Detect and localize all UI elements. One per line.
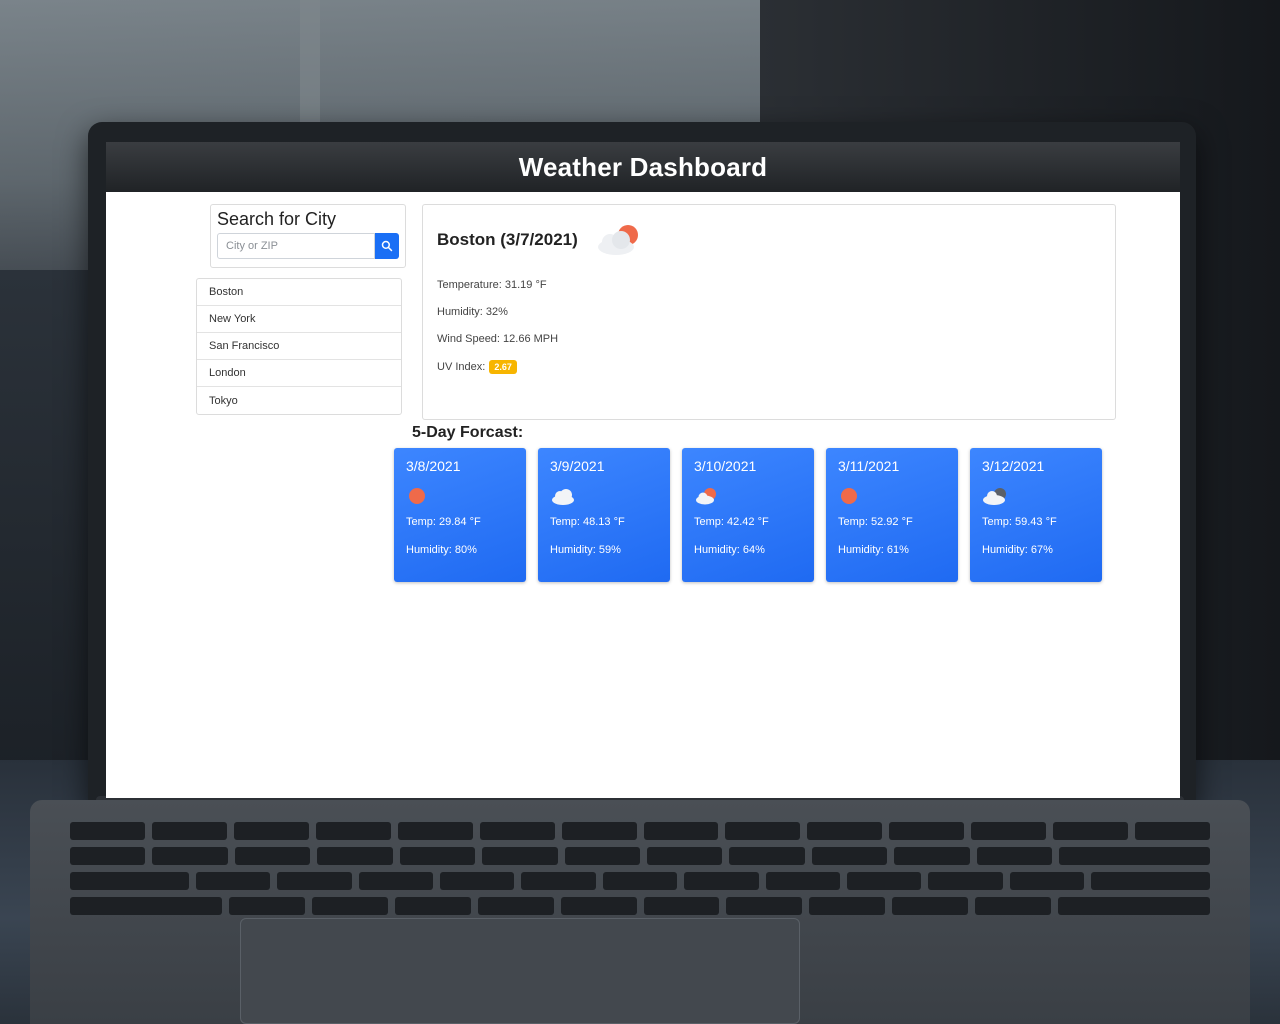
- forecast-date: 3/9/2021: [550, 458, 605, 474]
- forecast-card: 3/8/2021 Temp: 29.84 °F Humidity: 80%: [394, 448, 526, 582]
- forecast-temp: Temp: 48.13 °F: [550, 516, 625, 528]
- forecast-humidity: Humidity: 64%: [694, 544, 765, 556]
- partly-cloudy-icon: [597, 225, 638, 255]
- current-uv-row: UV Index: 2.67: [437, 360, 1101, 374]
- city-history-item[interactable]: Tokyo: [197, 387, 401, 414]
- search-card: Search for City: [210, 204, 406, 268]
- forecast-humidity: Humidity: 61%: [838, 544, 909, 556]
- dark-cloud-icon: [983, 488, 1006, 505]
- current-temperature: Temperature: 31.19 °F: [437, 279, 547, 291]
- search-icon: [381, 240, 393, 252]
- forecast-date: 3/10/2021: [694, 458, 757, 474]
- uv-badge: 2.67: [489, 360, 517, 374]
- forecast-date: 3/8/2021: [406, 458, 461, 474]
- current-title-row: Boston (3/7/2021): [437, 223, 1101, 257]
- current-weather-card: Boston (3/7/2021) Temperature: 31.19 °F …: [422, 204, 1116, 420]
- forecast-temp: Temp: 29.84 °F: [406, 516, 481, 528]
- trackpad[interactable]: [240, 918, 800, 1024]
- forecast-card: 3/10/2021 Temp: 42.42 °F Humidity: 64%: [682, 448, 814, 582]
- forecast-humidity: Humidity: 67%: [982, 544, 1053, 556]
- forecast-card: 3/12/2021 Temp: 59.43 °F Humidity: 67%: [970, 448, 1102, 582]
- city-history-item[interactable]: Boston: [197, 279, 401, 306]
- forecast-temp: Temp: 42.42 °F: [694, 516, 769, 528]
- forecast-humidity: Humidity: 80%: [406, 544, 477, 556]
- forecast-date: 3/12/2021: [982, 458, 1045, 474]
- forecast-card: 3/9/2021 Temp: 48.13 °F Humidity: 59%: [538, 448, 670, 582]
- forecast-temp: Temp: 52.92 °F: [838, 516, 913, 528]
- cloud-icon: [552, 489, 574, 505]
- city-history-list: Boston New York San Francisco London Tok…: [196, 278, 402, 415]
- sun-icon: [841, 488, 857, 504]
- city-history-item[interactable]: London: [197, 360, 401, 387]
- forecast-temp: Temp: 59.43 °F: [982, 516, 1057, 528]
- city-history-item[interactable]: San Francisco: [197, 333, 401, 360]
- uv-label: UV Index:: [437, 361, 486, 373]
- current-city-title: Boston (3/7/2021): [437, 230, 578, 249]
- laptop-screen: Weather Dashboard Search for City Boston…: [106, 142, 1180, 798]
- keyboard: [30, 822, 1250, 915]
- forecast-card: 3/11/2021 Temp: 52.92 °F Humidity: 61%: [826, 448, 958, 582]
- search-row: [217, 233, 399, 259]
- laptop-base: [30, 800, 1250, 1024]
- page-title: Weather Dashboard: [518, 151, 768, 182]
- forecast-humidity: Humidity: 59%: [550, 544, 621, 556]
- search-input[interactable]: [217, 233, 375, 259]
- city-history-item[interactable]: New York: [197, 306, 401, 333]
- app-header: Weather Dashboard: [106, 142, 1180, 192]
- sun-icon: [409, 488, 425, 504]
- search-title: Search for City: [217, 209, 337, 229]
- search-button[interactable]: [375, 233, 399, 259]
- forecast-row: 3/8/2021 Temp: 29.84 °F Humidity: 80% 3/…: [394, 448, 1102, 582]
- current-wind-speed: Wind Speed: 12.66 MPH: [437, 333, 559, 345]
- current-humidity: Humidity: 32%: [437, 306, 508, 318]
- partly-cloudy-icon: [696, 488, 716, 505]
- forecast-title: 5-Day Forcast:: [412, 424, 524, 441]
- forecast-date: 3/11/2021: [838, 458, 900, 474]
